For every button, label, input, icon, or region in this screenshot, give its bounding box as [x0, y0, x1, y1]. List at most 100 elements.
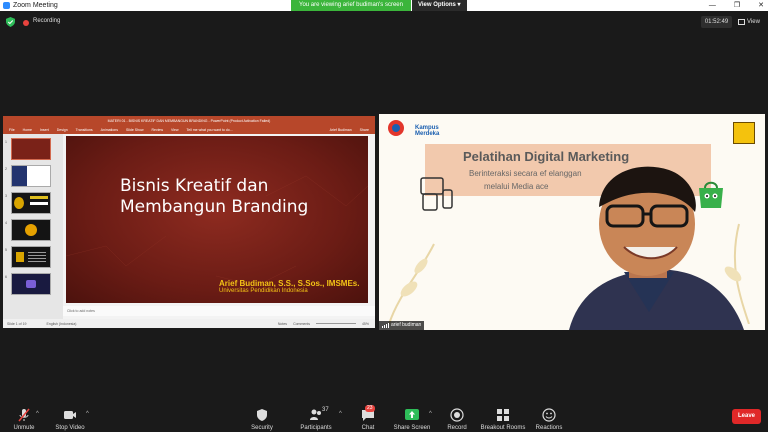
slide-texture-pattern — [66, 175, 368, 287]
menu-file[interactable]: File — [9, 128, 15, 132]
stop-video-button[interactable]: Stop Video — [52, 402, 88, 432]
language-indicator: English (Indonesia) — [46, 321, 77, 326]
slide-counter: Slide 1 of 19 — [7, 321, 27, 326]
video-camera-icon — [64, 411, 76, 419]
window-controls: — ❐ ✕ — [709, 0, 764, 11]
thumb-number: 6 — [5, 275, 7, 279]
menu-animations[interactable]: Animations — [101, 128, 118, 132]
slide-title-line2: Membangun Branding — [120, 197, 309, 217]
maximize-button[interactable]: ❐ — [734, 0, 740, 11]
slide-thumbnail[interactable] — [11, 165, 51, 187]
slide-title-line1: Bisnis Kreatif dan — [120, 176, 269, 196]
menu-view[interactable]: View — [171, 128, 179, 132]
unmute-label: Unmute — [13, 425, 35, 431]
zoom-slider[interactable] — [315, 323, 356, 324]
menu-review[interactable]: Review — [152, 128, 163, 132]
chat-button[interactable]: 23 Chat — [356, 402, 380, 432]
kampus-merdeka-icon — [388, 120, 404, 136]
slide-thumbnail[interactable] — [11, 219, 51, 241]
chat-label: Chat — [361, 425, 375, 431]
security-button[interactable]: Security — [248, 402, 276, 432]
chat-unread-badge: 23 — [365, 405, 375, 412]
menu-slide-show[interactable]: Slide Show — [126, 128, 144, 132]
participants-count: 37 — [322, 407, 329, 413]
record-button[interactable]: Record — [444, 402, 470, 432]
participant-video[interactable]: Kampus Merdeka Pelatihan Digital Marketi… — [379, 114, 765, 330]
slide-thumbnail[interactable] — [11, 246, 51, 268]
menu-design[interactable]: Design — [57, 128, 68, 132]
share-screen-button[interactable]: Share Screen — [392, 402, 432, 432]
notes-field[interactable]: Click to add notes — [63, 306, 375, 316]
participants-button[interactable]: 37 Participants — [296, 402, 336, 432]
microphone-muted-icon — [18, 408, 30, 422]
thumb-number: 3 — [5, 194, 7, 198]
thumb-number: 1 — [5, 140, 7, 144]
powerpoint-statusbar: Slide 1 of 19 English (Indonesia) Notes … — [3, 319, 375, 328]
breakout-rooms-label: Breakout Rooms — [480, 425, 526, 431]
comments-toggle[interactable]: Comments — [293, 322, 310, 326]
slide-thumbnail[interactable] — [11, 273, 51, 295]
shared-screen[interactable]: MATERI 01 - BISNIS KREATIF DAN MEMBANGUN… — [3, 116, 375, 328]
view-options-button[interactable]: View Options ▾ — [411, 0, 467, 11]
close-button[interactable]: ✕ — [758, 0, 764, 11]
video-options-caret-icon[interactable]: ^ — [86, 411, 89, 417]
slide-university: Universitas Pendidikan Indonesia — [219, 288, 308, 294]
share-screen-label: Share Screen — [393, 425, 431, 431]
signal-strength-icon — [382, 323, 389, 328]
thumb-number: 4 — [5, 221, 7, 225]
slide-thumbnail-pane[interactable]: 1 2 3 4 5 6 — [3, 134, 63, 320]
reactions-label: Reactions — [535, 425, 563, 431]
menu-insert[interactable]: Insert — [40, 128, 49, 132]
menu-home[interactable]: Home — [23, 128, 32, 132]
participants-options-caret-icon[interactable]: ^ — [339, 411, 342, 417]
kampus-line2: Merdeka — [415, 131, 440, 137]
slide-thumbnail[interactable] — [11, 192, 51, 214]
window-title: Zoom Meeting — [13, 2, 58, 9]
smiley-reaction-icon — [542, 408, 556, 422]
recording-dot-icon — [23, 20, 29, 26]
recording-label: Recording — [33, 18, 61, 24]
slide-thumbnail[interactable] — [11, 138, 51, 160]
kampus-merdeka-logo: Kampus Merdeka — [387, 119, 447, 139]
tell-me-search[interactable]: Tell me what you want to do... — [187, 128, 233, 132]
thumb-number: 5 — [5, 248, 7, 252]
meeting-toolbar: Unmute ^ Stop Video ^ Security 37 Partic… — [0, 402, 768, 432]
breakout-rooms-icon — [497, 409, 509, 421]
shield-icon[interactable] — [6, 17, 15, 27]
powerpoint-ribbon-tabs: File Home Insert Design Transitions Anim… — [3, 125, 375, 134]
share-link[interactable]: Share — [360, 128, 369, 132]
share-options-caret-icon[interactable]: ^ — [429, 411, 432, 417]
minimize-button[interactable]: — — [709, 0, 716, 11]
participant-person — [569, 166, 744, 330]
devices-icon — [420, 177, 453, 211]
grid-view-icon — [738, 19, 745, 25]
breakout-rooms-button[interactable]: Breakout Rooms — [480, 402, 526, 432]
participant-name-tag: arief budiman — [379, 321, 425, 330]
security-shield-icon — [257, 409, 267, 421]
slide-author: Arief Budiman, S.S., S.Sos., IMSMEs. — [219, 279, 360, 288]
audio-options-caret-icon[interactable]: ^ — [36, 411, 39, 417]
main-slide[interactable]: Bisnis Kreatif dan Membangun Branding Ar… — [66, 136, 368, 303]
participants-label: Participants — [300, 425, 332, 431]
view-button[interactable]: View — [738, 16, 760, 28]
meeting-status-strip: Recording 01:52:49 View — [0, 15, 768, 29]
screen-share-banner: You are viewing arief budiman's screen V… — [291, 0, 467, 11]
reactions-button[interactable]: Reactions — [534, 402, 564, 432]
thumb-number: 2 — [5, 167, 7, 171]
menu-transitions[interactable]: Transitions — [76, 128, 93, 132]
university-logo — [733, 122, 755, 144]
share-screen-icon — [405, 409, 419, 420]
leaf-decoration — [388, 243, 435, 324]
view-options-label: View Options — [417, 2, 456, 8]
leave-button[interactable]: Leave — [732, 409, 761, 424]
account-name[interactable]: Arief Budiman — [330, 128, 352, 132]
zoom-level: 45% — [361, 321, 369, 326]
notes-toggle[interactable]: Notes — [278, 322, 287, 326]
kampus-merdeka-text: Kampus Merdeka — [415, 125, 439, 137]
meeting-timer: 01:52:49 — [701, 16, 732, 28]
viewing-screen-label: You are viewing arief budiman's screen — [291, 0, 411, 11]
record-icon — [450, 408, 464, 422]
unmute-button[interactable]: Unmute — [10, 402, 38, 432]
record-label: Record — [447, 425, 467, 431]
zoom-app-icon — [3, 2, 10, 9]
